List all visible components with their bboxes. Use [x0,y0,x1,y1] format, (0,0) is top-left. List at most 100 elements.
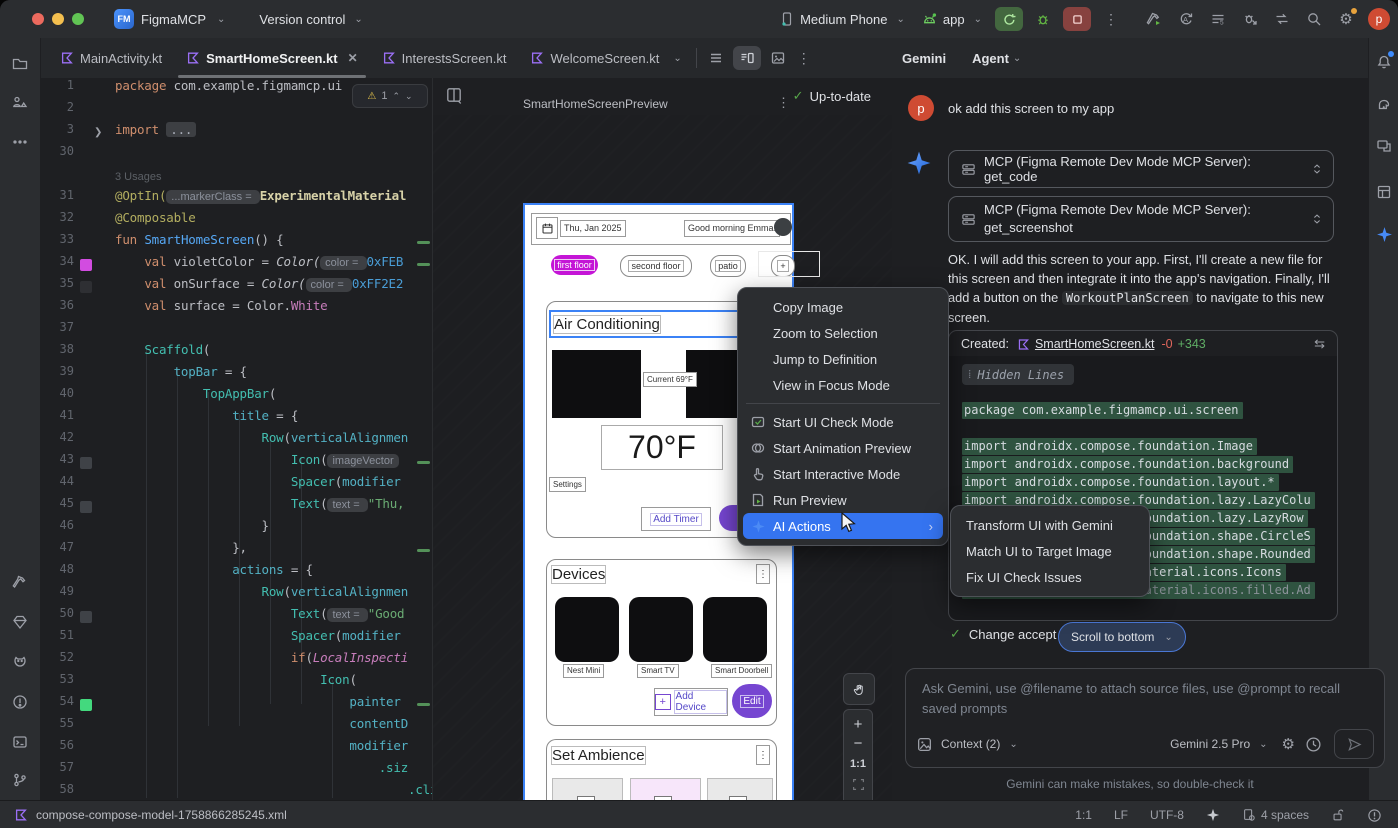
gemini-input-box[interactable]: Ask Gemini, use @filename to attach sour… [905,668,1385,768]
menu-item-start-interactive-mode[interactable]: Start Interactive Mode [743,461,943,487]
statusbar-filename[interactable]: compose-compose-model-1758866285245.xml [36,808,287,822]
ambience-options-menu[interactable]: ⋮ [756,745,770,765]
device-tile[interactable] [703,597,767,662]
search-everywhere-icon[interactable] [1302,7,1326,31]
agent-mode-selector[interactable]: Agent [972,51,1009,66]
terminal-icon[interactable] [8,730,32,754]
more-actions-menu[interactable]: ⋮ [1097,7,1125,31]
color-swatch[interactable] [80,611,92,623]
layout-inspector-icon[interactable] [1372,180,1396,204]
lock-open-icon[interactable] [1331,808,1345,822]
problems-icon[interactable] [8,690,32,714]
editor-options-menu[interactable]: ⋮ [797,50,811,67]
zoom-out-button[interactable]: − [854,735,863,752]
zoom-to-fit-icon[interactable] [852,778,865,791]
menu-item-jump-to-definition[interactable]: Jump to Definition [743,346,943,372]
settings-gear-icon[interactable]: ⚙ [1334,7,1358,31]
edit-devices-button[interactable]: Edit [732,684,772,718]
code-view-icon[interactable] [703,46,729,70]
menu-item-view-in-focus-mode[interactable]: View in Focus Mode [743,372,943,398]
gemini-input-placeholder[interactable]: Ask Gemini, use @filename to attach sour… [906,669,1384,728]
add-device-button[interactable]: + Add Device [654,688,728,716]
indent-config[interactable]: 4 spaces [1242,808,1309,822]
menu-item-copy-image[interactable]: Copy Image [743,294,943,320]
close-tab-icon[interactable]: ✕ [348,51,358,65]
inspection-widget[interactable]: ⚠ 1 ⌃ ⌄ [352,84,428,108]
zoom-ratio-button[interactable]: 1:1 [850,758,866,770]
device-selector[interactable]: Medium Phone ⌄ [779,11,905,27]
menu-item-zoom-to-selection[interactable]: Zoom to Selection [743,320,943,346]
ai-sparkle-icon[interactable] [1206,808,1220,822]
todo-list-icon[interactable]: 5 [1206,7,1230,31]
attach-debugger-icon[interactable] [1238,7,1262,31]
code-editor[interactable]: 1package com.example.figmamcp.ui23❯impor… [40,78,432,800]
floor-chip[interactable]: patio [710,255,746,277]
gemini-tab[interactable]: Gemini [902,51,946,66]
devices-options-menu[interactable]: ⋮ [756,564,770,584]
gemini-settings-gear-icon[interactable]: ⚙ [1282,735,1295,753]
file-encoding[interactable]: UTF-8 [1150,808,1184,822]
close-window-button[interactable] [32,13,44,25]
design-view-icon[interactable] [765,46,791,70]
sync-project-icon[interactable]: A [1174,7,1198,31]
preview-layout-icon[interactable] [445,86,463,104]
gemini-tool-icon[interactable] [1372,222,1396,246]
model-selector[interactable]: Gemini 2.5 Pro⌄ [1170,737,1267,751]
context-selector[interactable]: Context (2)⌄ [941,737,1018,751]
build-and-run-icon[interactable] [1142,7,1166,31]
color-swatch[interactable] [80,259,92,271]
user-avatar[interactable]: p [1368,8,1390,30]
hidden-lines-chip[interactable]: ⁞Hidden Lines [962,364,1074,385]
submenu-item-transform-ui-with-gemini[interactable]: Transform UI with Gemini [956,512,1144,538]
expand-chevrons-icon[interactable] [1311,162,1323,176]
pan-tool-button[interactable] [843,673,875,705]
build-icon[interactable] [8,570,32,594]
tab-smarthomescreen-kt[interactable]: SmartHomeScreen.kt✕ [174,38,370,78]
fold-arrow-icon[interactable]: ❯ [94,122,102,144]
mcp-tool-call-card[interactable]: MCP (Figma Remote Dev Mode MCP Server): … [948,196,1334,242]
add-timer-button[interactable]: Add Timer [641,507,711,531]
color-swatch[interactable] [80,501,92,513]
problems-icon[interactable] [1367,808,1382,823]
device-tile[interactable] [629,597,693,662]
tab-interestsscreen-kt[interactable]: InterestsScreen.kt [370,38,519,78]
tab-welcomescreen-kt[interactable]: WelcomeScreen.kt [518,38,671,78]
color-swatch[interactable] [80,281,92,293]
caret-position[interactable]: 1:1 [1075,808,1092,822]
resource-manager-icon[interactable] [8,90,32,114]
running-devices-icon[interactable] [1372,134,1396,158]
debug-button[interactable] [1029,7,1057,31]
device-tile[interactable] [555,597,619,662]
hidden-tabs-chevron[interactable]: ⌄ [673,53,681,64]
vcs-widget[interactable]: Version control ⌄ [259,12,362,27]
usages-hint[interactable]: 3 Usages [115,166,161,188]
color-swatch[interactable] [80,699,92,711]
maximize-window-button[interactable] [72,13,84,25]
color-swatch[interactable] [80,457,92,469]
version-control-icon[interactable] [8,768,32,792]
ambience-card[interactable]: Set Ambience ⋮ ▬ ▴ ▬ [546,739,777,806]
logcat-icon[interactable] [8,650,32,674]
gradle-icon[interactable] [1372,92,1396,116]
history-clock-icon[interactable] [1305,736,1322,753]
attach-image-icon[interactable] [916,736,933,753]
preview-options-menu[interactable]: ⋮ [777,95,790,111]
split-editor-icon[interactable] [733,46,761,70]
devices-card[interactable]: Devices ⋮ + Add Device Edit Nest MiniSma… [546,559,777,726]
line-ending[interactable]: LF [1114,808,1128,822]
project-folder-icon[interactable] [8,52,32,76]
prev-issue-chevron[interactable]: ⌃ [393,91,401,102]
floor-chip[interactable]: second floor [620,255,692,277]
submenu-item-match-ui-to-target-image[interactable]: Match UI to Target Image [956,538,1144,564]
diff-arrows-icon[interactable]: ⇆ [1314,336,1325,352]
scroll-to-bottom-button[interactable]: Scroll to bottom⌄ [1058,622,1186,652]
minimize-window-button[interactable] [52,13,64,25]
zoom-in-button[interactable]: + [854,716,863,733]
menu-item-run-preview[interactable]: Run Preview [743,487,943,513]
project-widget[interactable]: FM FigmaMCP ⌄ [114,9,225,29]
app-insights-icon[interactable] [8,610,32,634]
send-button[interactable] [1334,729,1374,759]
menu-item-start-ui-check-mode[interactable]: Start UI Check Mode [743,409,943,435]
submenu-item-fix-ui-check-issues[interactable]: Fix UI Check Issues [956,564,1144,590]
tab-mainactivity-kt[interactable]: MainActivity.kt [48,38,174,78]
